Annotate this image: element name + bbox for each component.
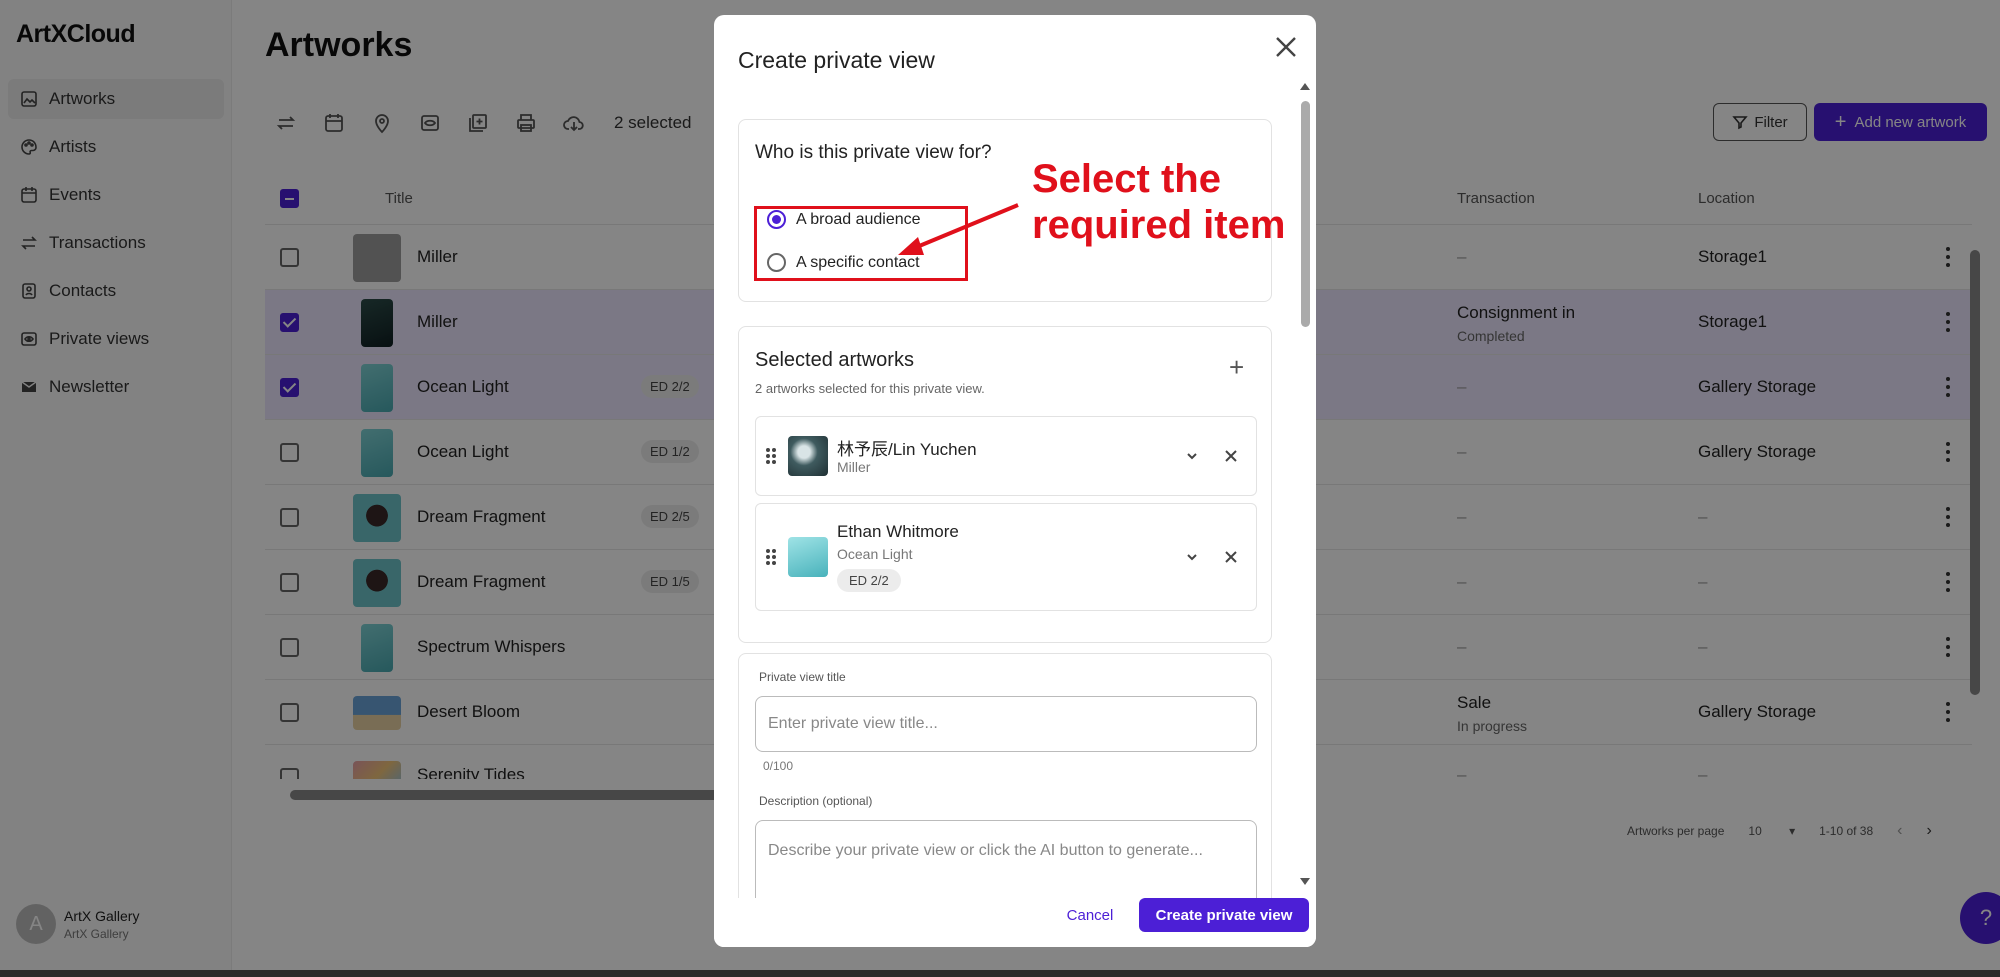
remove-icon[interactable] — [1224, 550, 1238, 564]
artwork-thumbnail — [788, 537, 828, 577]
title-char-count: 0/100 — [763, 759, 794, 773]
annotation-arrow-icon — [898, 203, 1019, 255]
drag-handle-icon[interactable] — [766, 448, 776, 464]
cancel-button[interactable]: Cancel — [1052, 898, 1128, 932]
dialog-scrollbar[interactable] — [1301, 101, 1310, 327]
private-view-title-input[interactable]: Enter private view title... — [755, 696, 1257, 752]
dialog-footer: Cancel Create private view — [714, 898, 1316, 947]
selected-artwork-item[interactable]: 林予辰/Lin Yuchen Miller — [755, 416, 1257, 496]
scroll-up-icon[interactable] — [1300, 83, 1310, 90]
details-section: Private view title Enter private view ti… — [738, 653, 1272, 930]
annotation-line-1: Select the — [1032, 157, 1221, 201]
artist-name: Ethan Whitmore — [837, 522, 959, 541]
add-artwork-plus-icon[interactable]: + — [1229, 354, 1244, 380]
close-icon[interactable] — [1270, 31, 1302, 63]
selected-artworks-section: Selected artworks 2 artworks selected fo… — [738, 326, 1272, 643]
selected-artworks-subtitle: 2 artworks selected for this private vie… — [755, 381, 985, 396]
annotation-line-2: required item — [1032, 203, 1286, 247]
drag-handle-icon[interactable] — [766, 549, 776, 565]
scroll-down-icon[interactable] — [1300, 878, 1310, 885]
artwork-title: Miller — [837, 459, 871, 475]
chevron-down-icon[interactable] — [1185, 550, 1199, 564]
annotation-callout: Select the required item — [1032, 156, 1285, 248]
selected-artwork-item[interactable]: Ethan Whitmore Ocean Light ED 2/2 — [755, 503, 1257, 611]
artwork-thumbnail — [788, 436, 828, 476]
bottom-bar — [0, 970, 2000, 977]
chevron-down-icon[interactable] — [1185, 449, 1199, 463]
edition-badge: ED 2/2 — [837, 569, 901, 592]
description-field-label: Description (optional) — [759, 794, 873, 808]
create-private-view-button[interactable]: Create private view — [1139, 898, 1309, 932]
audience-question: Who is this private view for? — [755, 142, 992, 163]
selected-artworks-title: Selected artworks — [755, 349, 914, 371]
dialog-title: Create private view — [738, 47, 935, 73]
remove-icon[interactable] — [1224, 449, 1238, 463]
create-private-view-dialog: Create private view Who is this private … — [714, 15, 1316, 947]
artwork-title: Ocean Light — [837, 546, 913, 562]
artist-name: 林予辰/Lin Yuchen — [837, 440, 977, 459]
title-field-label: Private view title — [759, 670, 846, 684]
